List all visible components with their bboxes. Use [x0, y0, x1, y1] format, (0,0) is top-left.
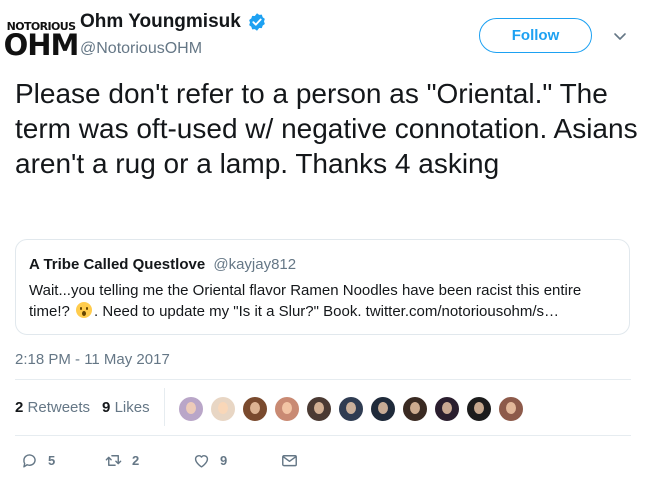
retweet-button[interactable]: 2: [104, 451, 192, 470]
heart-icon: [194, 455, 209, 468]
divider-bottom: [15, 435, 631, 436]
reply-count: 5: [48, 453, 56, 468]
reply-button[interactable]: 5: [20, 451, 104, 470]
liker-avatar[interactable]: [402, 396, 428, 422]
liker-avatar[interactable]: [434, 396, 460, 422]
retweets-label: Retweets: [27, 399, 91, 416]
chevron-down-icon[interactable]: [612, 28, 628, 44]
liker-avatar[interactable]: [306, 396, 332, 422]
envelope-icon: [282, 455, 297, 467]
stats-separator: [164, 388, 165, 426]
likes-count: 9: [102, 399, 111, 416]
tweet-timestamp[interactable]: 2:18 PM - 11 May 2017: [15, 351, 170, 368]
quoted-header: A Tribe Called Questlove @kayjay812: [29, 256, 296, 273]
retweet-count: 2: [132, 453, 140, 468]
liker-avatar[interactable]: [242, 396, 268, 422]
like-button[interactable]: 9: [192, 451, 280, 470]
author-name[interactable]: Ohm Youngmisuk: [80, 11, 241, 33]
engagement-stats: 2 Retweets 9 Likes: [15, 399, 162, 416]
retweet-icon: [105, 455, 122, 466]
liker-avatar[interactable]: [498, 396, 524, 422]
quoted-author-handle: @kayjay812: [213, 256, 297, 273]
likes-stat[interactable]: 9 Likes: [102, 399, 150, 416]
divider-top: [15, 379, 631, 380]
author-name-row: Ohm Youngmisuk: [80, 11, 267, 33]
direct-message-button[interactable]: [280, 451, 299, 470]
quoted-author-name: A Tribe Called Questlove: [29, 256, 206, 273]
liker-avatar[interactable]: [338, 396, 364, 422]
retweets-stat[interactable]: 2 Retweets: [15, 399, 90, 416]
tweet-text: Please don't refer to a person as "Orien…: [15, 78, 638, 179]
avatar-logo-bottom: OHM: [3, 28, 80, 62]
likes-label: Likes: [114, 399, 150, 416]
author-avatar[interactable]: NOTORIOUS OHM: [4, 14, 80, 66]
liker-avatar[interactable]: [370, 396, 396, 422]
liker-avatar[interactable]: [178, 396, 204, 422]
liker-avatar[interactable]: [210, 396, 236, 422]
like-count: 9: [220, 453, 228, 468]
verified-badge-icon: [248, 13, 265, 31]
quoted-text-part-2: . Need to update my "Is it a Slur?" Book…: [94, 303, 560, 320]
liker-avatars: [178, 396, 530, 422]
quoted-tweet[interactable]: A Tribe Called Questlove @kayjay812 Wait…: [15, 239, 630, 335]
author-handle[interactable]: @NotoriousOHM: [80, 40, 202, 58]
liker-avatar[interactable]: [274, 396, 300, 422]
follow-button[interactable]: Follow: [479, 18, 592, 53]
scream-emoji-icon: [76, 302, 93, 318]
reply-icon: [23, 454, 36, 468]
action-bar: 5 2 9: [20, 451, 299, 470]
liker-avatar[interactable]: [466, 396, 492, 422]
quoted-text: Wait...you telling me the Oriental flavo…: [29, 280, 619, 322]
retweets-count: 2: [15, 399, 24, 416]
